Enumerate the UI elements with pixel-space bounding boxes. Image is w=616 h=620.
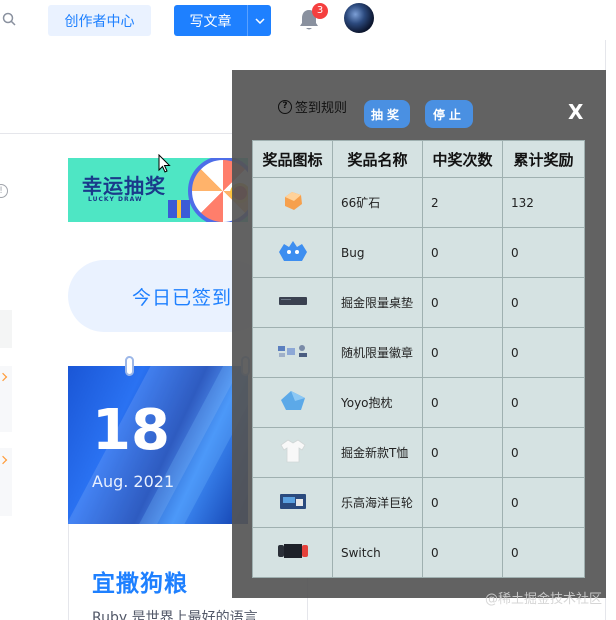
top-header: 创作者中心 写文章 3 — [0, 0, 616, 40]
prize-total: 0 — [502, 527, 585, 578]
column-header: 奖品图标 — [252, 140, 333, 178]
table-row: 66矿石 2 132 — [252, 177, 585, 228]
checkin-rules-label: 签到规则 — [295, 101, 348, 116]
prize-times: 0 — [422, 477, 503, 528]
date-day: 18 — [92, 398, 170, 463]
prize-total: 0 — [502, 377, 585, 428]
table-row: Yoyo抱枕 0 0 — [252, 377, 585, 428]
prize-name: 掘金新款T恤 — [332, 427, 423, 478]
prize-times: 0 — [422, 327, 503, 378]
prize-total: 0 — [502, 227, 585, 278]
close-icon[interactable]: X — [568, 100, 583, 124]
header-divider — [0, 133, 232, 134]
lottery-modal: ? 签到规则 抽奖 停止 X 奖品图标 奖品名称 中奖次数 累计奖励 66矿石 … — [232, 70, 606, 598]
creator-center-button[interactable]: 创作者中心 — [48, 5, 151, 36]
bug-icon — [278, 241, 307, 261]
notification-badge: 3 — [312, 3, 328, 19]
desk-mat-icon — [278, 297, 307, 305]
prize-times: 0 — [422, 377, 503, 428]
prize-name: 随机限量徽章 — [332, 327, 423, 378]
prize-name: 乐高海洋巨轮 — [332, 477, 423, 528]
switch-icon — [277, 544, 308, 558]
checkin-rules-link[interactable]: ? 签到规则 — [278, 97, 347, 116]
ore-icon — [284, 192, 302, 210]
post-title[interactable]: 宜撒狗粮 — [92, 564, 188, 598]
prize-times: 2 — [422, 177, 503, 228]
signed-in-label: 今日已签到 — [132, 286, 233, 309]
table-row: Bug 0 0 — [252, 227, 585, 278]
prize-name: 66矿石 — [332, 177, 423, 228]
prize-times: 0 — [422, 427, 503, 478]
prize-times: 0 — [422, 277, 503, 328]
prize-total: 0 — [502, 477, 585, 528]
prize-total: 0 — [502, 327, 585, 378]
prize-name: Yoyo抱枕 — [332, 377, 423, 428]
prize-times: 0 — [422, 227, 503, 278]
table-row: 乐高海洋巨轮 0 0 — [252, 477, 585, 528]
post-description: Ruby 是世界上最好的语言 — [92, 610, 258, 620]
calendar-ring-icon — [125, 356, 134, 376]
prize-total: 0 — [502, 277, 585, 328]
table-header-row: 奖品图标 奖品名称 中奖次数 累计奖励 — [252, 140, 585, 178]
column-header: 累计奖励 — [502, 140, 585, 178]
date-month: Aug. 2021 — [92, 472, 175, 491]
side-panel-item[interactable] — [0, 310, 12, 348]
chevron-down-icon — [254, 17, 265, 24]
column-header: 奖品名称 — [332, 140, 423, 178]
gift-icon — [168, 200, 190, 218]
lucky-draw-subtitle: LUCKY DRAW — [88, 196, 143, 203]
lucky-draw-title: 幸运抽奖 — [82, 174, 166, 198]
badge-icon — [277, 345, 307, 357]
lego-ship-icon — [279, 494, 306, 509]
watermark: @稀土掘金技术社区 — [484, 592, 602, 607]
table-row: 掘金新款T恤 0 0 — [252, 427, 585, 478]
draw-button[interactable]: 抽奖 — [364, 100, 410, 128]
write-article-label[interactable]: 写文章 — [174, 5, 248, 36]
pillow-icon — [280, 391, 305, 410]
tshirt-icon — [279, 439, 306, 463]
stop-button[interactable]: 停止 — [425, 100, 473, 128]
prize-name: Switch — [332, 527, 423, 578]
write-dropdown-toggle[interactable] — [248, 5, 271, 36]
prize-times: 0 — [422, 527, 503, 578]
prize-table: 奖品图标 奖品名称 中奖次数 累计奖励 66矿石 2 132 Bug 0 0 掘… — [252, 140, 585, 578]
write-article-button[interactable]: 写文章 — [174, 5, 271, 36]
prize-name: Bug — [332, 227, 423, 278]
mouse-cursor-icon — [158, 154, 171, 173]
avatar[interactable] — [344, 3, 374, 33]
question-icon: ? — [278, 99, 292, 114]
prize-name: 掘金限量桌垫 — [332, 277, 423, 328]
column-header: 中奖次数 — [422, 140, 503, 178]
info-icon: ! — [0, 184, 8, 198]
prize-total: 0 — [502, 427, 585, 478]
table-row: Switch 0 0 — [252, 527, 585, 578]
table-row: 掘金限量桌垫 0 0 — [252, 277, 585, 328]
prize-total: 132 — [502, 177, 585, 228]
table-row: 随机限量徽章 0 0 — [252, 327, 585, 378]
search-icon[interactable] — [2, 12, 16, 26]
